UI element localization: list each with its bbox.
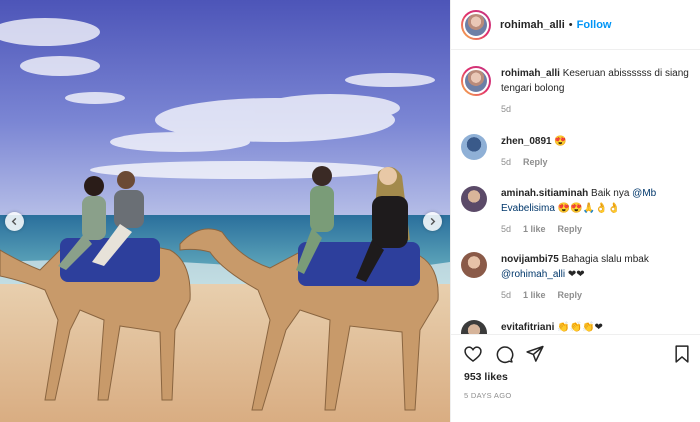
comment-item: evitafitriani 👏👏👏❤ (461, 320, 693, 334)
caption: rohimah_alli Keseruan abissssss di siang… (461, 66, 693, 117)
post-header: rohimah_alli • Follow (451, 0, 700, 50)
reply-button[interactable]: Reply (558, 290, 583, 300)
comment-likes[interactable]: 1 like (523, 224, 546, 234)
beach-camel-photo (0, 0, 450, 422)
author-avatar[interactable] (461, 9, 491, 40)
post-side-panel: rohimah_alli • Follow rohimah_alli Keser… (450, 0, 700, 422)
comment-item: zhen_0891 😍 5d Reply (461, 134, 693, 170)
bookmark-icon[interactable] (672, 344, 692, 364)
post-photo[interactable] (0, 0, 450, 422)
comment-username[interactable]: evitafitriani (501, 322, 554, 333)
chevron-right-icon (430, 217, 436, 226)
separator-dot: • (568, 18, 573, 31)
comment-text: 👏👏👏❤ (557, 322, 603, 333)
share-icon[interactable] (525, 344, 545, 364)
comment-age: 5d (501, 157, 512, 167)
comment-username[interactable]: novijambi75 (501, 254, 559, 265)
caption-age: 5d (501, 104, 512, 114)
author-username[interactable]: rohimah_alli (500, 19, 565, 31)
next-photo-button[interactable] (423, 212, 442, 231)
comment-emoji: 😍😍🙏👌👌 (557, 203, 620, 214)
comment-username[interactable]: zhen_0891 (501, 136, 552, 147)
comment-username[interactable]: aminah.sitiaminah (501, 188, 588, 199)
commenter-avatar[interactable] (461, 134, 487, 160)
comment-text: Baik nya (591, 188, 633, 199)
comment-mention[interactable]: @rohimah_alli (501, 269, 565, 280)
comment-item: aminah.sitiaminah Baik nya @Mb Evabelisi… (461, 186, 693, 237)
previous-photo-button[interactable] (5, 212, 24, 231)
comment-emoji: ❤❤ (565, 269, 585, 280)
reply-button[interactable]: Reply (558, 224, 583, 234)
comment-age: 5d (501, 224, 512, 234)
comment-likes[interactable]: 1 like (523, 290, 546, 300)
chevron-left-icon (11, 217, 17, 226)
comment-age: 5d (501, 290, 512, 300)
reply-button[interactable]: Reply (523, 157, 548, 167)
commenter-avatar[interactable] (461, 320, 487, 334)
comment-item: novijambi75 Bahagia slalu mbak @rohimah_… (461, 252, 693, 303)
caption-avatar[interactable] (461, 66, 491, 96)
caption-username[interactable]: rohimah_alli (501, 68, 560, 79)
post-timestamp: 5 DAYS AGO (464, 391, 512, 400)
commenter-avatar[interactable] (461, 186, 487, 212)
follow-button[interactable]: Follow (577, 19, 612, 31)
commenter-avatar[interactable] (461, 252, 487, 278)
comment-text: 😍 (554, 136, 567, 147)
comment-text: Bahagia slalu mbak (561, 254, 649, 265)
comments-list[interactable]: rohimah_alli Keseruan abissssss di siang… (451, 58, 700, 334)
likes-count[interactable]: 953 likes (464, 371, 508, 383)
comment-icon[interactable] (494, 344, 514, 364)
post-actions: 953 likes 5 DAYS AGO (451, 334, 700, 422)
heart-icon[interactable] (463, 344, 483, 364)
